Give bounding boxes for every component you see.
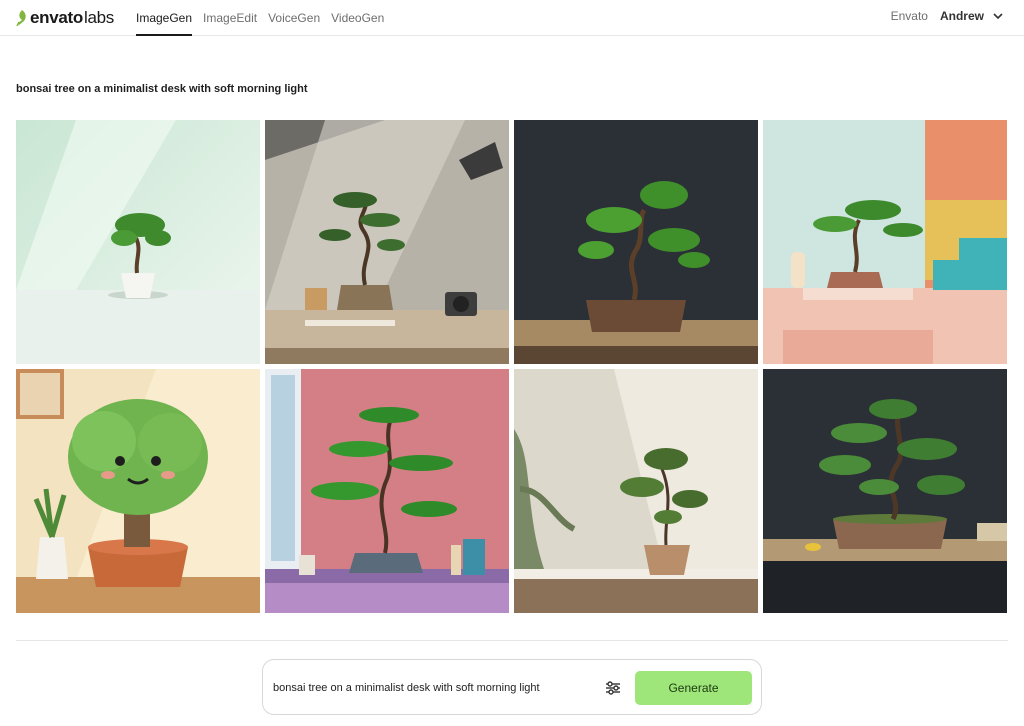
generated-image-8[interactable] [763,369,1007,613]
tab-imageedit[interactable]: ImageEdit [203,0,257,36]
tab-videogen[interactable]: VideoGen [331,0,384,36]
user-menu-name[interactable]: Andrew [940,9,984,23]
prompt-input[interactable] [273,678,593,698]
app-tabs: ImageGen ImageEdit VoiceGen VideoGen [136,0,395,36]
divider [16,640,1008,641]
logo-brand-text: envato [30,8,83,27]
generated-image-7[interactable] [514,369,758,613]
chevron-down-icon[interactable] [992,10,1004,22]
logo-labs-text: labs [84,8,114,27]
tab-imagegen[interactable]: ImageGen [136,0,193,36]
top-nav: envato labs ImageGen ImageEdit VoiceGen … [0,0,1024,36]
generate-button[interactable]: Generate [635,671,752,705]
prompt-composer: Generate [262,659,762,715]
generated-image-4[interactable] [763,120,1007,364]
envato-link[interactable]: Envato [891,9,928,23]
generated-image-3[interactable] [514,120,758,364]
generated-image-6[interactable] [265,369,509,613]
image-gallery [16,120,1008,614]
prompt-title: bonsai tree on a minimalist desk with so… [16,83,308,95]
tab-voicegen[interactable]: VoiceGen [268,0,320,36]
generated-image-2[interactable] [265,120,509,364]
leaf-icon [16,10,26,26]
generated-image-1[interactable] [16,120,260,364]
sliders-icon[interactable] [604,679,622,697]
nav-right: Envato Andrew [891,9,1004,23]
generated-image-5[interactable] [16,369,260,613]
envato-labs-logo[interactable]: envato labs [16,8,114,28]
